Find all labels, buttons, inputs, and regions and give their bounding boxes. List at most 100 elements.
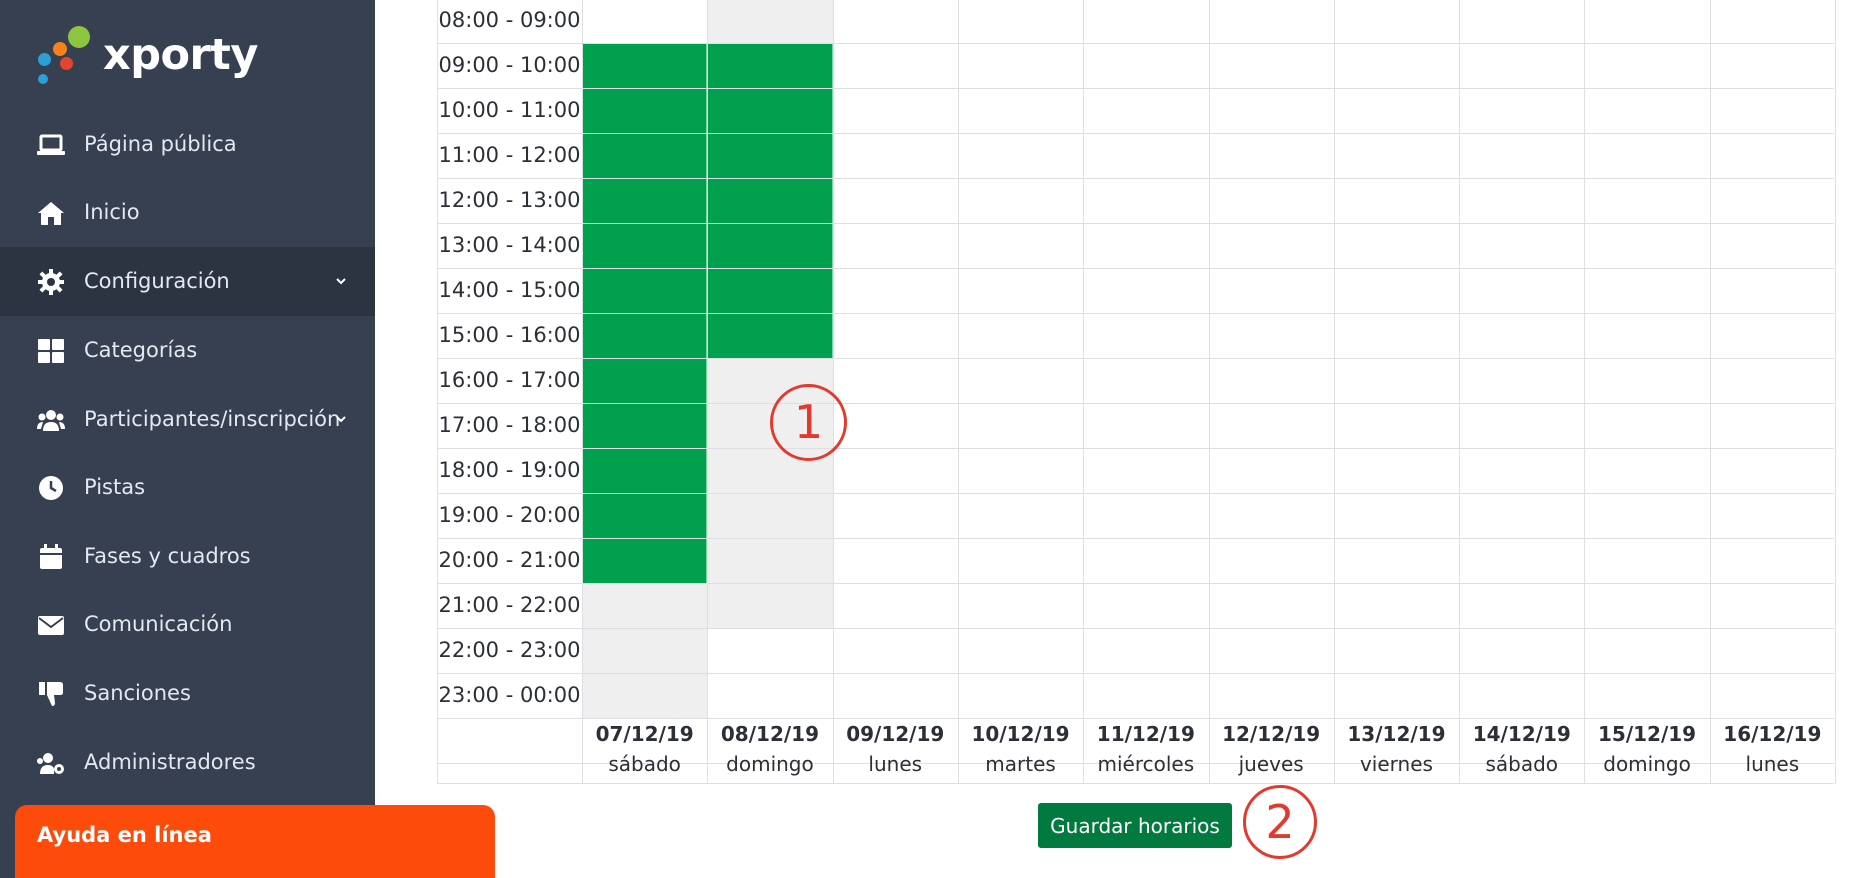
schedule-cell[interactable] xyxy=(1209,44,1334,89)
schedule-cell[interactable] xyxy=(1083,584,1208,629)
schedule-cell[interactable] xyxy=(958,89,1083,134)
schedule-cell[interactable] xyxy=(1334,404,1459,449)
schedule-cell[interactable] xyxy=(958,404,1083,449)
schedule-cell[interactable] xyxy=(1459,314,1584,359)
schedule-cell[interactable] xyxy=(1584,314,1709,359)
schedule-cell[interactable] xyxy=(1459,179,1584,224)
schedule-cell[interactable] xyxy=(1710,539,1835,584)
schedule-cell[interactable] xyxy=(582,314,708,359)
schedule-cell[interactable] xyxy=(1209,0,1334,44)
schedule-cell[interactable] xyxy=(958,224,1083,269)
schedule-cell[interactable] xyxy=(1584,269,1709,314)
schedule-cell[interactable] xyxy=(1083,314,1208,359)
schedule-cell[interactable] xyxy=(1209,674,1334,719)
schedule-cell[interactable] xyxy=(1334,674,1459,719)
schedule-cell[interactable] xyxy=(1334,224,1459,269)
schedule-cell[interactable] xyxy=(1584,449,1709,494)
schedule-cell[interactable] xyxy=(707,674,832,719)
schedule-cell[interactable] xyxy=(958,449,1083,494)
schedule-cell[interactable] xyxy=(1584,404,1709,449)
schedule-cell[interactable] xyxy=(582,44,708,89)
schedule-cell[interactable] xyxy=(1334,629,1459,674)
schedule-cell[interactable] xyxy=(582,359,708,404)
schedule-cell[interactable] xyxy=(1710,494,1835,539)
schedule-cell[interactable] xyxy=(1209,269,1334,314)
schedule-cell[interactable] xyxy=(582,0,707,44)
schedule-cell[interactable] xyxy=(707,0,833,44)
schedule-cell[interactable] xyxy=(1083,674,1208,719)
schedule-cell[interactable] xyxy=(958,314,1083,359)
schedule-cell[interactable] xyxy=(1334,179,1459,224)
schedule-cell[interactable] xyxy=(833,44,958,89)
schedule-cell[interactable] xyxy=(1584,539,1709,584)
schedule-cell[interactable] xyxy=(1459,224,1584,269)
schedule-cell[interactable] xyxy=(707,179,833,224)
schedule-cell[interactable] xyxy=(582,404,708,449)
schedule-cell[interactable] xyxy=(1584,359,1709,404)
schedule-cell[interactable] xyxy=(1083,179,1208,224)
schedule-cell[interactable] xyxy=(1710,134,1835,179)
schedule-cell[interactable] xyxy=(1334,134,1459,179)
schedule-cell[interactable] xyxy=(1584,0,1709,44)
schedule-cell[interactable] xyxy=(1584,89,1709,134)
schedule-cell[interactable] xyxy=(1710,359,1835,404)
schedule-cell[interactable] xyxy=(1584,224,1709,269)
schedule-cell[interactable] xyxy=(833,494,958,539)
schedule-cell[interactable] xyxy=(582,629,708,674)
schedule-cell[interactable] xyxy=(707,224,833,269)
schedule-cell[interactable] xyxy=(1584,134,1709,179)
schedule-cell[interactable] xyxy=(833,89,958,134)
schedule-cell[interactable] xyxy=(1710,44,1835,89)
schedule-cell[interactable] xyxy=(1209,134,1334,179)
schedule-cell[interactable] xyxy=(1209,494,1334,539)
schedule-cell[interactable] xyxy=(833,0,958,44)
schedule-cell[interactable] xyxy=(582,224,708,269)
schedule-cell[interactable] xyxy=(1083,404,1208,449)
schedule-cell[interactable] xyxy=(1710,449,1835,494)
schedule-cell[interactable] xyxy=(958,629,1083,674)
schedule-cell[interactable] xyxy=(1083,539,1208,584)
schedule-cell[interactable] xyxy=(707,89,833,134)
schedule-cell[interactable] xyxy=(1584,584,1709,629)
schedule-cell[interactable] xyxy=(833,359,958,404)
schedule-cell[interactable] xyxy=(1083,44,1208,89)
schedule-cell[interactable] xyxy=(582,674,708,719)
schedule-cell[interactable] xyxy=(582,134,708,179)
schedule-cell[interactable] xyxy=(1334,494,1459,539)
schedule-cell[interactable] xyxy=(1083,269,1208,314)
save-schedule-button[interactable]: Guardar horarios xyxy=(1038,803,1232,848)
schedule-cell[interactable] xyxy=(1584,629,1709,674)
schedule-cell[interactable] xyxy=(1459,359,1584,404)
schedule-cell[interactable] xyxy=(1334,539,1459,584)
schedule-cell[interactable] xyxy=(1710,629,1835,674)
schedule-cell[interactable] xyxy=(1083,494,1208,539)
schedule-cell[interactable] xyxy=(833,224,958,269)
schedule-cell[interactable] xyxy=(707,134,833,179)
schedule-cell[interactable] xyxy=(707,44,833,89)
schedule-cell[interactable] xyxy=(958,494,1083,539)
schedule-cell[interactable] xyxy=(958,674,1083,719)
schedule-cell[interactable] xyxy=(1584,179,1709,224)
schedule-cell[interactable] xyxy=(1083,449,1208,494)
schedule-cell[interactable] xyxy=(1334,0,1459,44)
schedule-cell[interactable] xyxy=(958,134,1083,179)
schedule-cell[interactable] xyxy=(707,314,833,359)
schedule-cell[interactable] xyxy=(1459,0,1584,44)
schedule-cell[interactable] xyxy=(958,179,1083,224)
schedule-cell[interactable] xyxy=(1584,494,1709,539)
schedule-cell[interactable] xyxy=(1209,539,1334,584)
schedule-cell[interactable] xyxy=(1209,89,1334,134)
schedule-cell[interactable] xyxy=(1710,584,1835,629)
schedule-cell[interactable] xyxy=(582,269,708,314)
schedule-cell[interactable] xyxy=(1334,359,1459,404)
schedule-cell[interactable] xyxy=(1334,89,1459,134)
schedule-cell[interactable] xyxy=(1083,89,1208,134)
schedule-cell[interactable] xyxy=(958,269,1083,314)
schedule-cell[interactable] xyxy=(1459,44,1584,89)
schedule-cell[interactable] xyxy=(958,44,1083,89)
schedule-cell[interactable] xyxy=(1209,404,1334,449)
schedule-cell[interactable] xyxy=(582,539,708,584)
schedule-cell[interactable] xyxy=(582,449,708,494)
schedule-cell[interactable] xyxy=(833,539,958,584)
schedule-cell[interactable] xyxy=(1710,179,1835,224)
